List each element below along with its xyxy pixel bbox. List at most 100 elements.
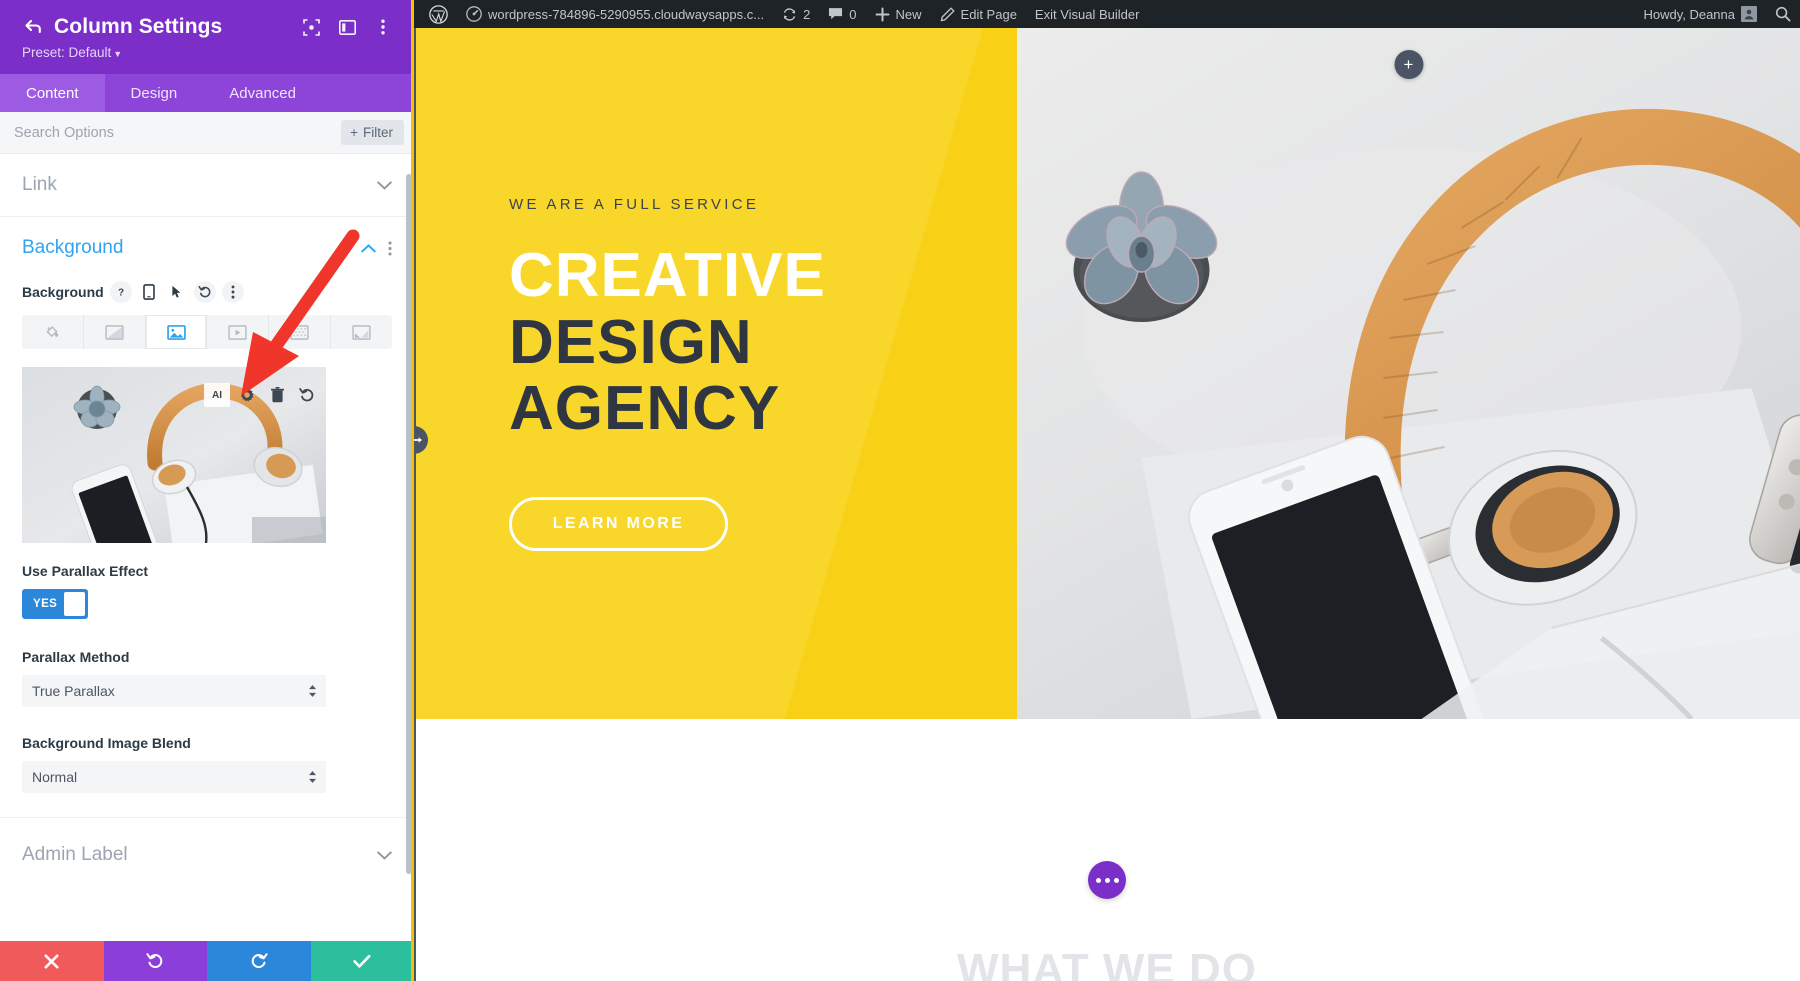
use-parallax-toggle[interactable]: YES: [22, 589, 88, 619]
updates-count: 2: [803, 6, 811, 22]
layout-panel-icon[interactable]: [336, 16, 358, 38]
new-label: New: [895, 6, 922, 22]
toggle-value: YES: [33, 598, 58, 610]
parallax-toggle-label: Use Parallax Effect: [22, 563, 149, 579]
tab-advanced[interactable]: Advanced: [203, 74, 322, 112]
kebab-menu-icon[interactable]: [372, 16, 394, 38]
background-color-icon[interactable]: [22, 315, 84, 349]
trash-delete-icon[interactable]: [264, 383, 290, 407]
learn-more-button[interactable]: LEARN MORE: [509, 497, 728, 552]
svg-text:?: ?: [118, 288, 124, 299]
page-settings-dots-button[interactable]: [1088, 861, 1126, 899]
site-name-menu[interactable]: wordpress-784896-5290955.cloudwaysapps.c…: [457, 0, 773, 28]
select-stepper-icon: [308, 771, 317, 784]
builder-viewport: wordpress-784896-5290955.cloudwaysapps.c…: [414, 0, 1800, 981]
dot-icon: [1104, 877, 1110, 883]
reset-icon[interactable]: [193, 281, 216, 303]
dashboard-gauge-icon: [466, 6, 482, 22]
undo-button[interactable]: [103, 941, 207, 981]
comment-bubble-icon: [829, 8, 843, 20]
site-name-label: wordpress-784896-5290955.cloudwaysapps.c…: [488, 6, 765, 22]
avatar: [1741, 6, 1757, 22]
responsive-phone-icon[interactable]: [138, 281, 160, 303]
close-x-icon: [44, 954, 59, 968]
background-video-icon[interactable]: [207, 315, 270, 349]
background-image-preview[interactable]: AI: [22, 367, 326, 543]
parallax-method-value: True Parallax: [32, 683, 115, 699]
hero-image-column[interactable]: +: [1017, 28, 1800, 719]
section-admin-label[interactable]: Admin Label: [0, 818, 414, 886]
section-options-kebab-icon[interactable]: [388, 240, 392, 256]
headline-line-3: AGENCY: [509, 374, 781, 444]
parallax-method-label: Parallax Method: [22, 649, 130, 665]
hero-photo: [1017, 28, 1800, 719]
preset-selector[interactable]: Preset: Default ▼: [22, 45, 122, 60]
pencil-edit-icon: [940, 6, 955, 21]
section-background-label: Background: [22, 237, 124, 258]
toggle-knob: [64, 592, 85, 616]
target-icon[interactable]: [300, 16, 322, 38]
add-section-button[interactable]: +: [1394, 50, 1423, 79]
panel-header: Column Settings Preset: Default ▼: [0, 0, 414, 74]
panel-footer-actions: [0, 941, 414, 981]
save-changes-button[interactable]: [310, 941, 414, 981]
search-row: + Filter: [0, 112, 414, 154]
background-gradient-icon[interactable]: [84, 315, 146, 349]
updates-refresh-icon: [783, 7, 796, 21]
chevron-up-icon: [361, 241, 376, 256]
edit-page-link[interactable]: Edit Page: [931, 0, 1026, 28]
exit-builder-label: Exit Visual Builder: [1034, 6, 1140, 22]
help-icon[interactable]: ?: [109, 281, 132, 303]
discard-changes-button[interactable]: [0, 941, 104, 981]
hero-eyebrow: WE ARE A FULL SERVICE: [509, 195, 760, 213]
column-settings-panel: Column Settings Preset: Default ▼ Conten…: [0, 0, 414, 981]
filter-label: Filter: [363, 125, 393, 140]
image-blend-value: Normal: [32, 769, 78, 785]
redo-button[interactable]: [207, 941, 311, 981]
hero-text-column[interactable]: WE ARE A FULL SERVICE CREATIVE DESIGN AG…: [414, 28, 1017, 719]
headline-line-1: CREATIVE: [509, 240, 826, 310]
select-stepper-icon: [308, 685, 317, 698]
gear-settings-icon[interactable]: [234, 383, 260, 407]
image-blend-select[interactable]: Normal: [22, 761, 326, 793]
section-background[interactable]: Background: [0, 217, 414, 267]
new-content-menu[interactable]: New: [866, 0, 931, 28]
account-menu[interactable]: Howdy, Deanna: [1634, 0, 1766, 28]
search-input[interactable]: [14, 124, 342, 141]
reset-undo-icon[interactable]: [294, 383, 320, 407]
page-canvas: WE ARE A FULL SERVICE CREATIVE DESIGN AG…: [414, 28, 1800, 981]
next-section: WHAT WE DO: [414, 719, 1800, 981]
exit-visual-builder-link[interactable]: Exit Visual Builder: [1026, 0, 1149, 28]
section-link-label: Link: [22, 174, 57, 195]
wordpress-logo-icon[interactable]: [420, 0, 457, 28]
background-pattern-icon[interactable]: [269, 315, 332, 349]
column-resize-bar: [414, 28, 416, 981]
checkmark-icon: [353, 954, 371, 968]
background-field-block: Background ? AI Use Parallax Effect YES: [0, 267, 414, 619]
section-link[interactable]: Link: [0, 154, 414, 217]
redo-arrow-icon: [251, 953, 268, 969]
ai-generate-icon[interactable]: AI: [204, 383, 230, 407]
wordpress-admin-bar: wordpress-784896-5290955.cloudwaysapps.c…: [414, 0, 1800, 28]
comments-count: 0: [849, 6, 857, 22]
filter-button[interactable]: + Filter: [341, 120, 404, 145]
tab-design[interactable]: Design: [105, 74, 204, 112]
chevron-down-icon: [377, 178, 392, 193]
back-arrow-icon[interactable]: [20, 14, 46, 40]
kebab-menu-icon[interactable]: [221, 281, 244, 303]
panel-body: Link Background Background ? AI Use Para…: [0, 154, 414, 941]
background-mask-icon[interactable]: [331, 315, 392, 349]
parallax-method-select[interactable]: True Parallax: [22, 675, 326, 707]
tab-content[interactable]: Content: [0, 74, 105, 112]
comments-menu[interactable]: 0: [819, 0, 865, 28]
hero-headline: CREATIVE DESIGN AGENCY: [509, 240, 1017, 444]
search-icon[interactable]: [1766, 0, 1800, 28]
chevron-down-icon: ▼: [113, 49, 123, 59]
hover-cursor-icon[interactable]: [166, 281, 188, 303]
preset-label: Preset: Default: [22, 45, 112, 60]
edit-page-label: Edit Page: [960, 6, 1017, 22]
background-field-header: Background ?: [22, 281, 392, 303]
updates-menu[interactable]: 2: [773, 0, 819, 28]
background-image-icon[interactable]: [145, 315, 208, 349]
parallax-method-field: Parallax Method True Parallax: [0, 619, 414, 707]
